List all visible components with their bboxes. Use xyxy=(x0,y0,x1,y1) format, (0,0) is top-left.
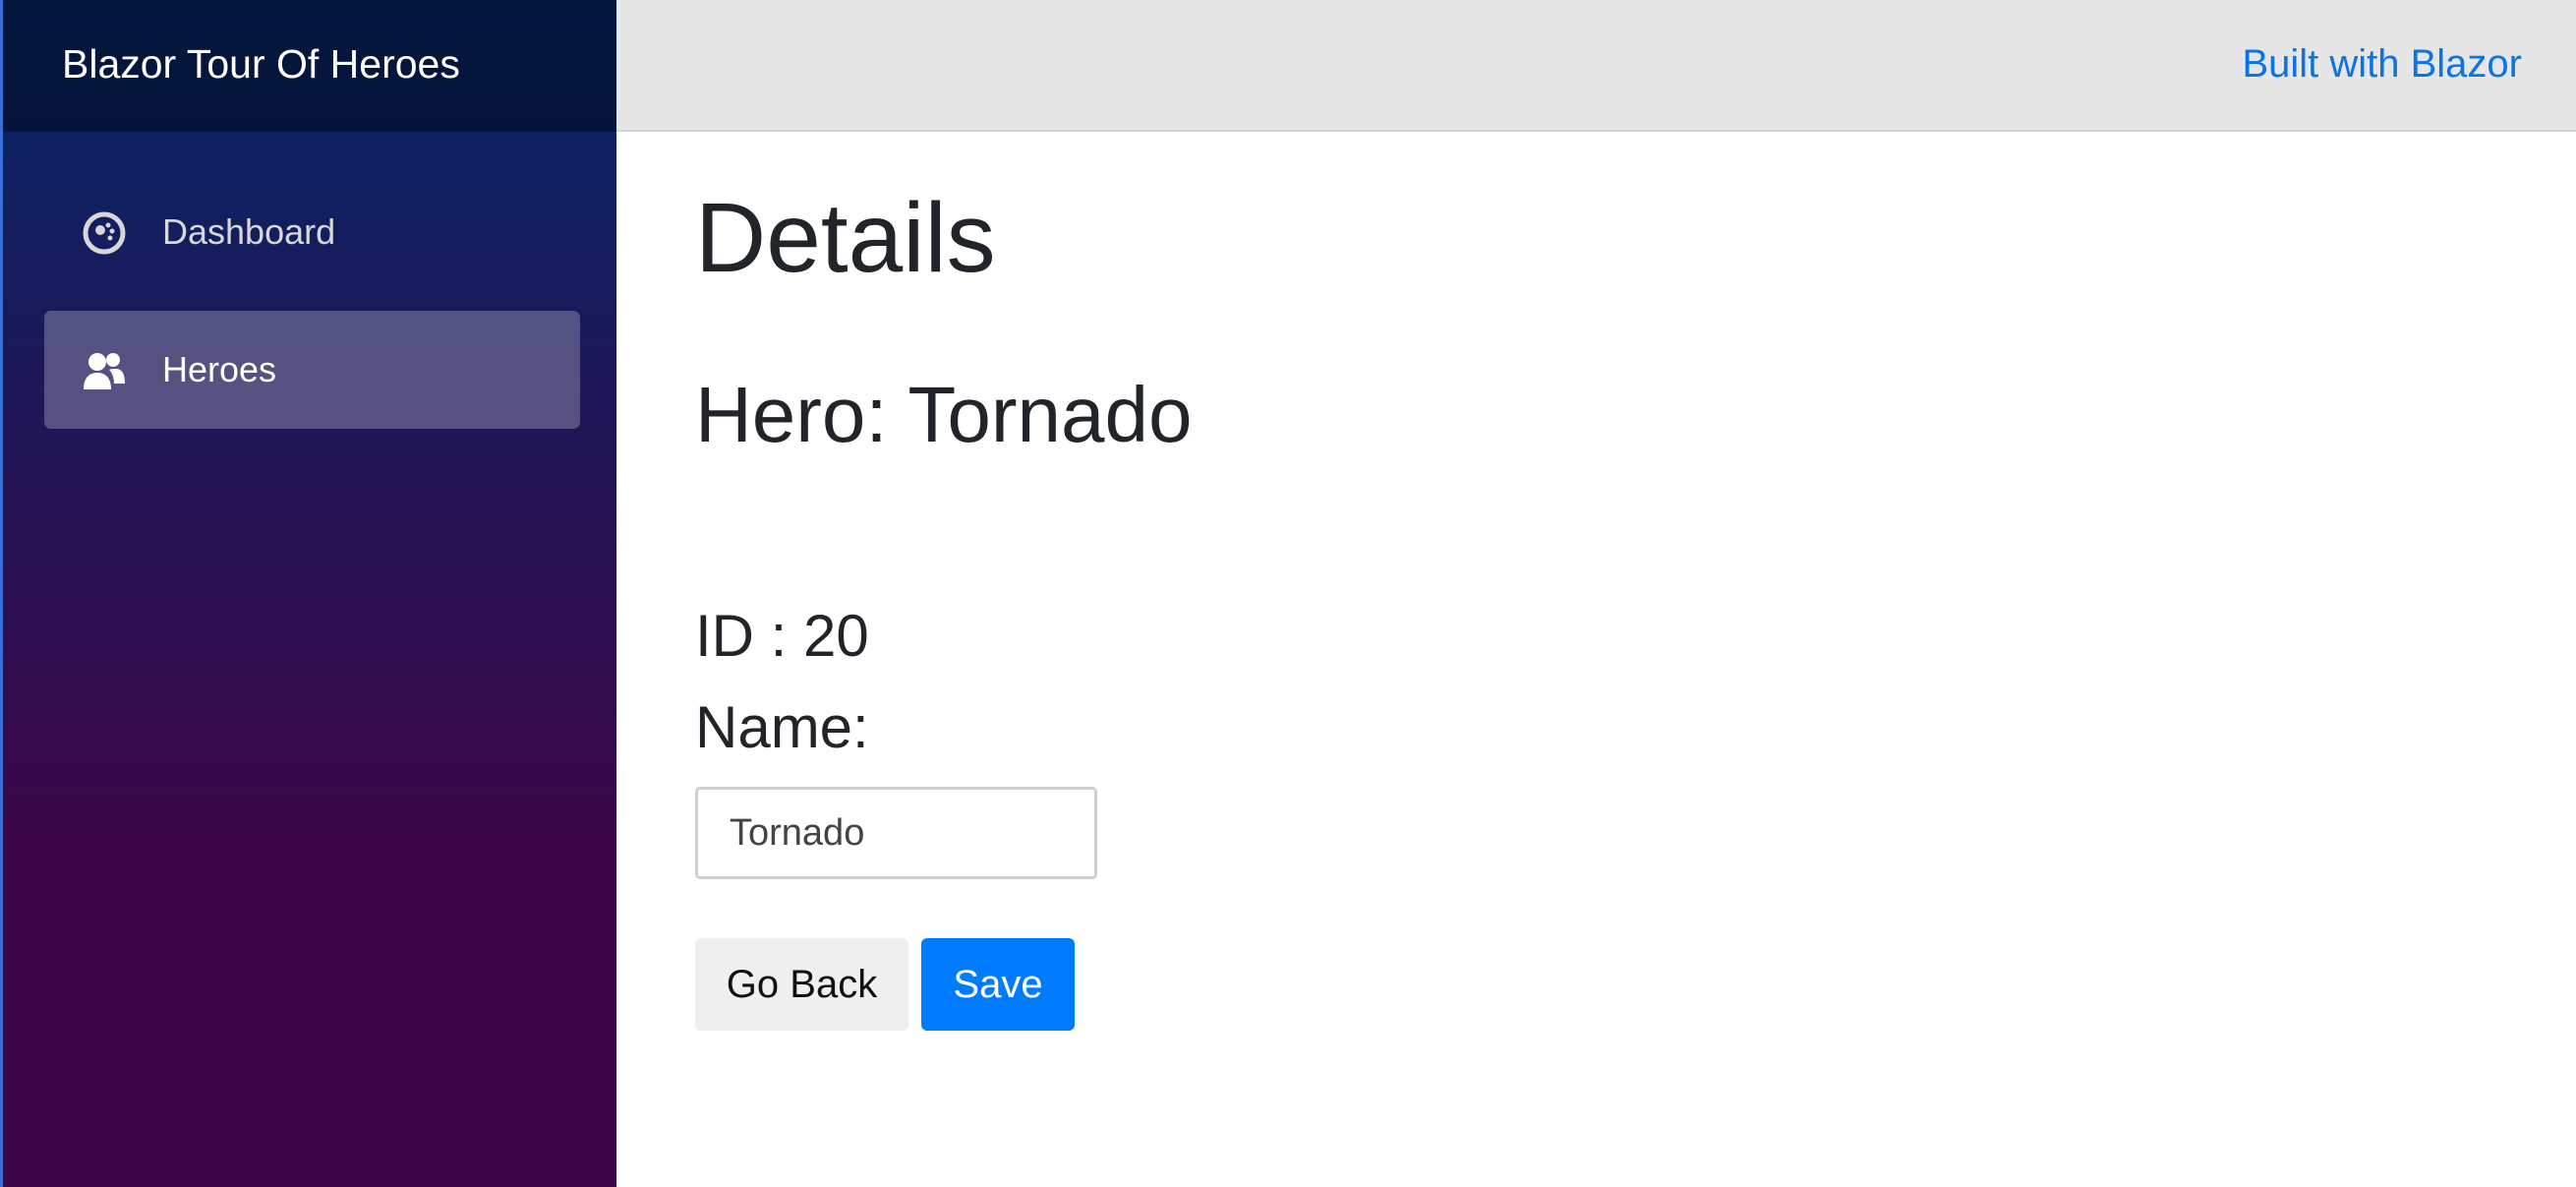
name-label: Name: xyxy=(695,694,869,760)
page-title: Details xyxy=(695,183,996,293)
app-root: Blazor Tour Of Heroes Dashboard Heroes B… xyxy=(0,0,2576,1187)
hero-heading: Hero: Tornado xyxy=(695,371,1193,458)
sidebar-item-label: Dashboard xyxy=(162,211,336,252)
save-button[interactable]: Save xyxy=(921,938,1075,1031)
brand-bar: Blazor Tour Of Heroes xyxy=(3,0,616,132)
people-icon xyxy=(82,348,127,393)
hero-id: ID : 20 xyxy=(695,603,869,669)
built-with-blazor-link[interactable]: Built with Blazor xyxy=(2242,39,2522,89)
app-brand[interactable]: Blazor Tour Of Heroes xyxy=(62,39,460,89)
sidebar-item-label: Heroes xyxy=(162,349,277,389)
top-bar: Built with Blazor xyxy=(616,0,2576,132)
go-back-button[interactable]: Go Back xyxy=(695,938,908,1031)
sidebar-item-heroes[interactable]: Heroes xyxy=(44,311,580,429)
dashboard-icon xyxy=(82,210,127,256)
sidebar-item-dashboard[interactable]: Dashboard xyxy=(44,173,580,291)
name-input[interactable] xyxy=(695,787,1097,879)
sidebar: Blazor Tour Of Heroes Dashboard Heroes xyxy=(0,0,616,1187)
